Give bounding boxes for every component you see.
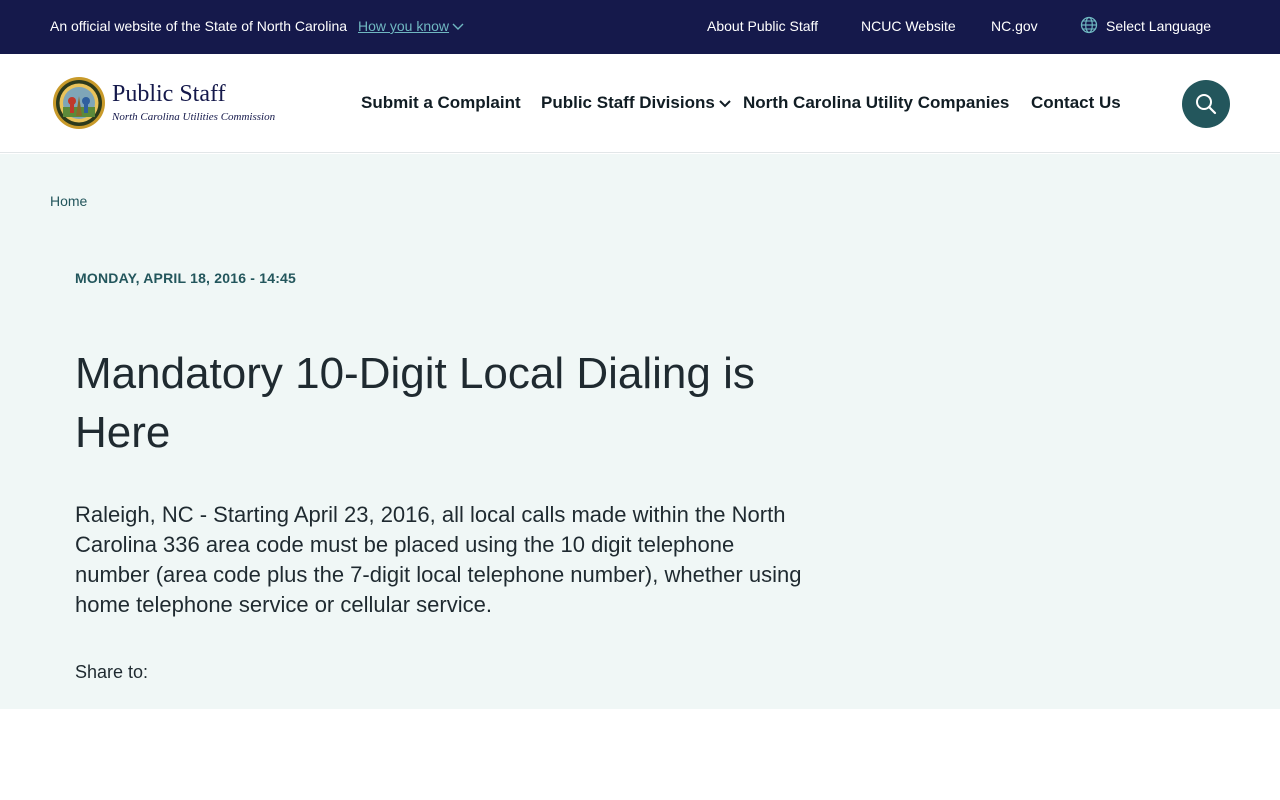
logo-subtitle: North Carolina Utilities Commission — [112, 111, 276, 123]
official-banner: An official website of the State of Nort… — [0, 0, 1280, 54]
main-content: Home MONDAY, APRIL 18, 2016 - 14:45 Mand… — [0, 154, 1280, 709]
how-you-know-label: How you know — [358, 18, 450, 34]
article-title: Mandatory 10-Digit Local Dialing is Here — [75, 349, 755, 457]
article-date: MONDAY, APRIL 18, 2016 - 14:45 — [75, 270, 297, 286]
ncgov-link[interactable]: NC.gov — [991, 18, 1038, 34]
select-language-link[interactable]: Select Language — [1106, 18, 1211, 34]
share-label: Share to: — [75, 662, 149, 682]
search-icon — [1196, 94, 1217, 115]
ncuc-website-link[interactable]: NCUC Website — [861, 18, 956, 34]
nav-contact-us[interactable]: Contact Us — [1031, 93, 1121, 113]
globe-icon[interactable] — [1080, 16, 1098, 34]
nav-public-staff-divisions[interactable]: Public Staff Divisions — [541, 93, 731, 113]
breadcrumb-home-link[interactable]: Home — [50, 193, 87, 209]
nav-divisions-label: Public Staff Divisions — [541, 93, 715, 112]
official-site-text: An official website of the State of Nort… — [50, 18, 348, 34]
how-you-know-link[interactable]: How you know — [358, 18, 464, 34]
search-button[interactable] — [1182, 80, 1230, 128]
nav-utility-companies[interactable]: North Carolina Utility Companies — [743, 93, 1009, 113]
nav-submit-complaint[interactable]: Submit a Complaint — [361, 93, 521, 113]
about-public-staff-link[interactable]: About Public Staff — [707, 18, 818, 34]
article-body: Raleigh, NC - Starting April 23, 2016, a… — [75, 502, 802, 617]
logo-title[interactable]: Public Staff — [112, 81, 226, 108]
chevron-down-icon — [719, 99, 731, 107]
chevron-down-icon — [452, 23, 464, 31]
site-header: Public Staff North Carolina Utilities Co… — [0, 54, 1280, 153]
nc-seal-logo[interactable] — [52, 76, 106, 130]
